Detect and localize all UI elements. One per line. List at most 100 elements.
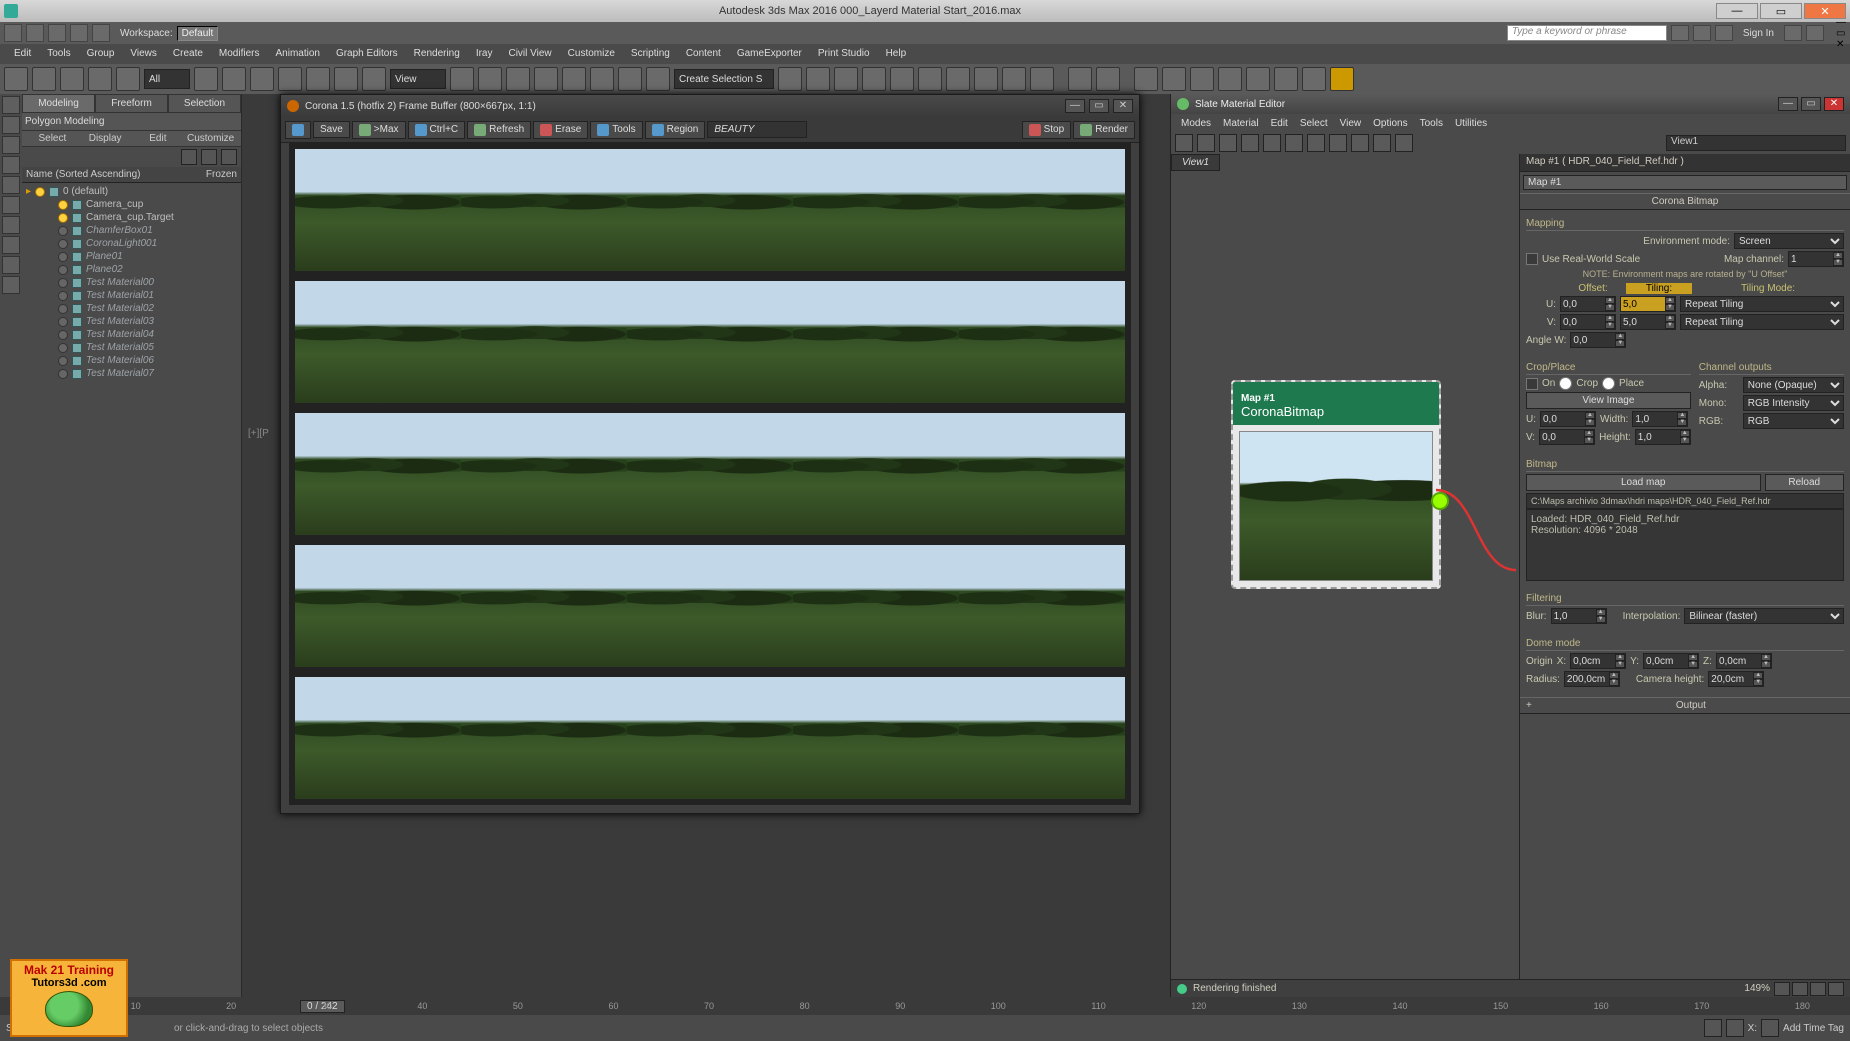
radius-spinner[interactable] xyxy=(1565,674,1609,685)
fb-ctrlc-button[interactable]: Ctrl+C xyxy=(408,121,466,139)
crop-u-spinner[interactable] xyxy=(1541,414,1585,425)
sme-max-button[interactable]: ▭ xyxy=(1801,97,1821,111)
camheight-spinner[interactable] xyxy=(1709,674,1753,685)
selection-filter-dropdown[interactable]: All xyxy=(144,69,190,89)
ribbon-icon[interactable] xyxy=(862,67,886,91)
sme-sample-icon[interactable] xyxy=(1307,134,1325,152)
material-editor-icon[interactable] xyxy=(946,67,970,91)
sme-zoom-value[interactable]: 149% xyxy=(1744,983,1770,994)
bulb-icon[interactable] xyxy=(58,265,68,275)
mono-dropdown[interactable]: RGB Intensity xyxy=(1743,395,1844,411)
bulb-icon[interactable] xyxy=(58,304,68,314)
tree-item[interactable]: Test Material03 xyxy=(22,315,241,328)
tree-item[interactable]: Test Material04 xyxy=(22,328,241,341)
sme-menu-modes[interactable]: Modes xyxy=(1175,118,1217,129)
render-prod-icon[interactable] xyxy=(1030,67,1054,91)
u-offset-spinner[interactable] xyxy=(1561,299,1605,310)
schematic-icon[interactable] xyxy=(918,67,942,91)
sme-options-icon[interactable] xyxy=(1351,134,1369,152)
sme-view-tab[interactable]: View1 xyxy=(1171,154,1220,171)
qa-save-icon[interactable] xyxy=(48,24,66,42)
fb-erase-button[interactable]: Erase xyxy=(533,121,588,139)
bulb-icon[interactable] xyxy=(58,291,68,301)
tree-item[interactable]: Test Material00 xyxy=(22,276,241,289)
cloth-icon[interactable] xyxy=(1134,67,1158,91)
snap-3-icon[interactable] xyxy=(534,67,558,91)
strip-btn[interactable] xyxy=(2,96,20,114)
menu-content[interactable]: Content xyxy=(678,44,729,64)
bulb-icon[interactable] xyxy=(58,239,68,249)
tree-root[interactable]: ▸ 0 (default) xyxy=(22,185,241,198)
fb-history-button[interactable] xyxy=(285,121,311,139)
u-tiling-spinner[interactable] xyxy=(1621,299,1665,310)
strip-btn[interactable] xyxy=(2,136,20,154)
close-panel-icon[interactable] xyxy=(181,149,197,165)
sme-menu-view[interactable]: View xyxy=(1334,118,1368,129)
curve-editor-icon[interactable] xyxy=(890,67,914,91)
rotate-icon[interactable] xyxy=(334,67,358,91)
scale-icon[interactable] xyxy=(362,67,386,91)
crop-on-checkbox[interactable] xyxy=(1526,378,1538,390)
lock-panel-icon[interactable] xyxy=(201,149,217,165)
qa-redo-icon[interactable] xyxy=(92,24,110,42)
menu-scripting[interactable]: Scripting xyxy=(623,44,678,64)
graph-node-map1[interactable]: Map #1 CoronaBitmap xyxy=(1231,380,1441,589)
tree-item[interactable]: Test Material05 xyxy=(22,341,241,354)
menu-animation[interactable]: Animation xyxy=(267,44,327,64)
signin-link[interactable]: Sign In xyxy=(1743,28,1774,39)
sme-delete-icon[interactable] xyxy=(1219,134,1237,152)
window-crossing-icon[interactable] xyxy=(278,67,302,91)
timeline[interactable]: 0 / 242 01020304050607080901001101201301… xyxy=(0,997,1850,1015)
sme-nav-icon[interactable] xyxy=(1828,982,1844,996)
sme-bg-icon[interactable] xyxy=(1329,134,1347,152)
sme-view-dropdown[interactable]: View1 xyxy=(1666,135,1846,151)
tree-item[interactable]: ChamferBox01 xyxy=(22,224,241,237)
explorer-menu-edit[interactable]: Edit xyxy=(132,133,185,144)
crop-h-spinner[interactable] xyxy=(1636,432,1680,443)
sme-select-icon[interactable] xyxy=(1373,134,1391,152)
fb-render-button[interactable]: Render xyxy=(1073,121,1135,139)
bulb-icon[interactable] xyxy=(58,317,68,327)
move-icon[interactable] xyxy=(306,67,330,91)
menu-create[interactable]: Create xyxy=(165,44,211,64)
menu-graph-editors[interactable]: Graph Editors xyxy=(328,44,406,64)
view-image-button[interactable]: View Image xyxy=(1526,392,1691,409)
sme-move-icon[interactable] xyxy=(1241,134,1259,152)
sme-menu-options[interactable]: Options xyxy=(1367,118,1413,129)
fb-tools-button[interactable]: Tools xyxy=(590,121,642,139)
interp-dropdown[interactable]: Bilinear (faster) xyxy=(1684,608,1844,624)
sme-close-button[interactable]: ✕ xyxy=(1824,97,1844,111)
strip-btn[interactable] xyxy=(2,116,20,134)
rollup-output[interactable]: +Output xyxy=(1520,697,1850,714)
add-time-tag-button[interactable] xyxy=(1761,1019,1779,1037)
bind-icon[interactable] xyxy=(116,67,140,91)
explorer-menu-select[interactable]: Select xyxy=(26,133,79,144)
fb-region-button[interactable]: Region xyxy=(645,121,706,139)
angle-snap-icon[interactable] xyxy=(562,67,586,91)
sme-graph-area[interactable]: View1 Map #1 CoronaBitmap xyxy=(1171,154,1520,997)
bulb-icon[interactable] xyxy=(58,213,68,223)
tree-item[interactable]: CoronaLight001 xyxy=(22,237,241,250)
unlink-icon[interactable] xyxy=(88,67,112,91)
sme-layout-icon[interactable] xyxy=(1285,134,1303,152)
bulb-icon[interactable] xyxy=(35,187,45,197)
os-max-button[interactable]: ▭ xyxy=(1760,3,1802,19)
fb-tomax-button[interactable]: >Max xyxy=(352,121,406,139)
sme-menu-utilities[interactable]: Utilities xyxy=(1449,118,1493,129)
doc-close-button[interactable]: ✕ xyxy=(1836,39,1846,50)
sme-min-button[interactable]: — xyxy=(1778,97,1798,111)
snap-icon[interactable] xyxy=(1726,1019,1744,1037)
sme-nav-icon[interactable] xyxy=(1810,982,1826,996)
fb-save-button[interactable]: Save xyxy=(313,121,350,138)
sme-menu-edit[interactable]: Edit xyxy=(1265,118,1294,129)
help-search-input[interactable]: Type a keyword or phrase xyxy=(1507,25,1667,41)
populate-icon[interactable] xyxy=(1218,67,1242,91)
qa-new-icon[interactable] xyxy=(4,24,22,42)
crop-w-spinner[interactable] xyxy=(1633,414,1677,425)
fb-pass-dropdown[interactable]: BEAUTY xyxy=(707,121,807,138)
fb-titlebar[interactable]: Corona 1.5 (hotfix 2) Frame Buffer (800×… xyxy=(281,95,1139,117)
fp-icon[interactable] xyxy=(1330,67,1354,91)
menu-group[interactable]: Group xyxy=(79,44,123,64)
bulb-icon[interactable] xyxy=(58,226,68,236)
spinner-snap-icon[interactable] xyxy=(618,67,642,91)
